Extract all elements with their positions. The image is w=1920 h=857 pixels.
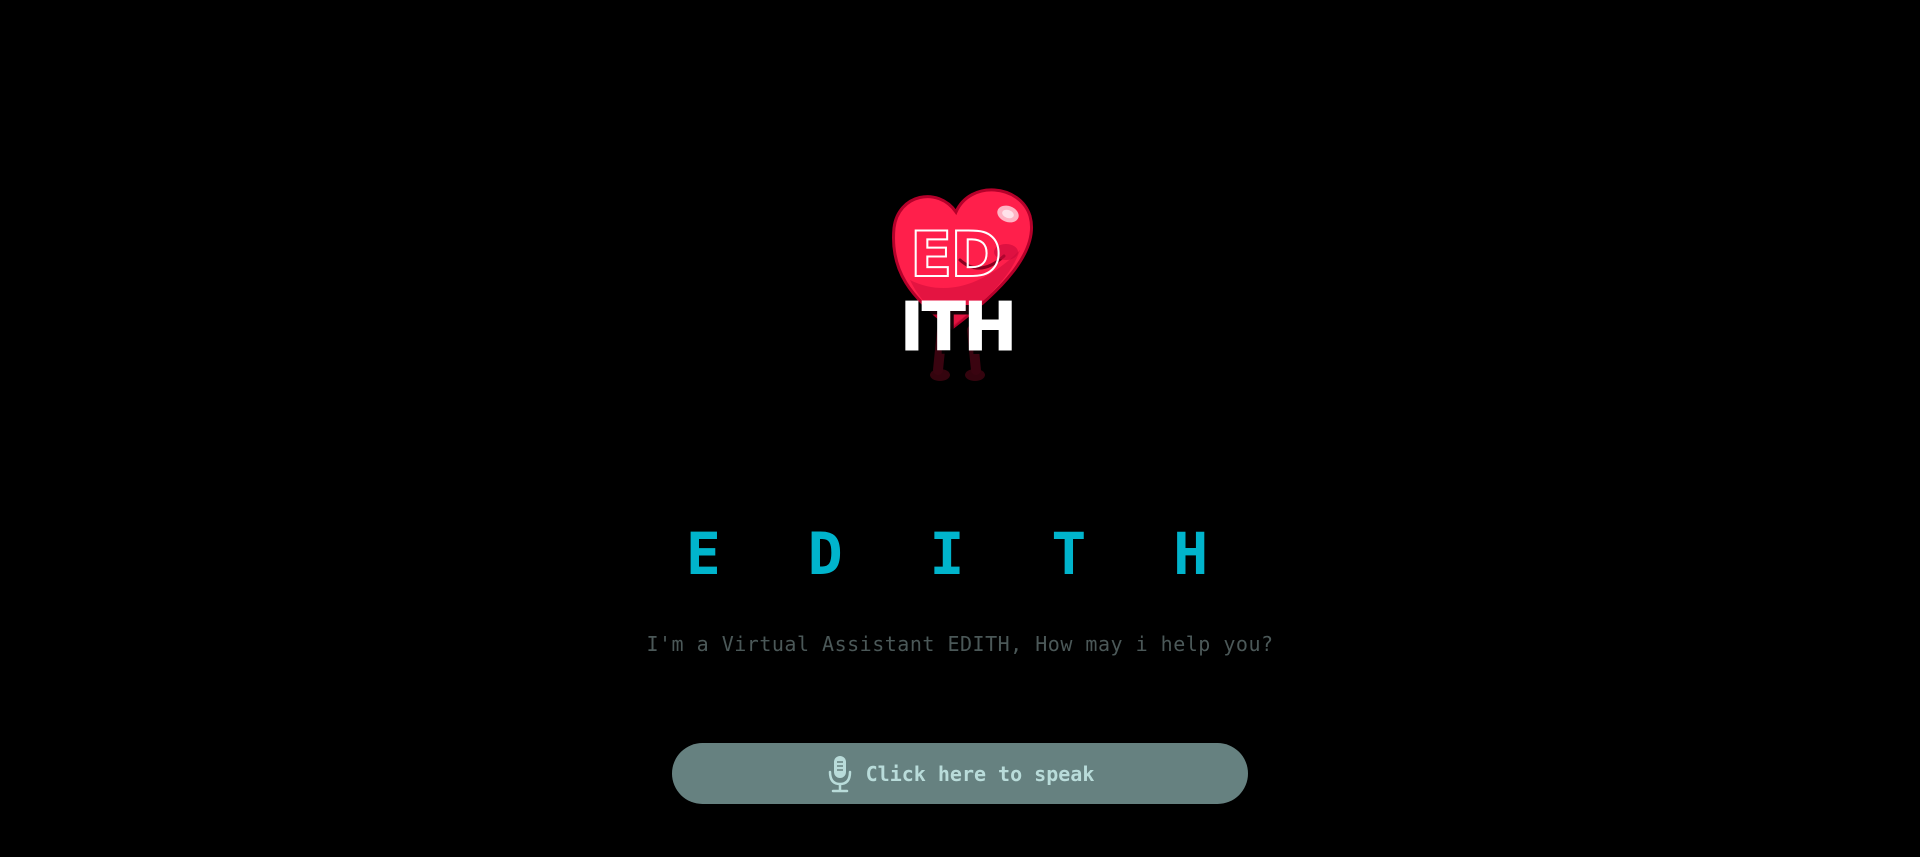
app-root: ED ITH E D I T H I'm a Virtual Assistant…	[0, 0, 1920, 857]
page-title: E D I T H	[685, 520, 1235, 588]
edith-logo: ED ITH	[880, 180, 1060, 390]
assistant-greeting: I'm a Virtual Assistant EDITH, How may i…	[646, 632, 1274, 656]
microphone-icon	[828, 755, 851, 792]
speak-button[interactable]: Click here to speak	[672, 743, 1248, 804]
speak-button-label: Click here to speak	[865, 761, 1095, 786]
logo-text-ith: ITH	[899, 289, 1017, 367]
logo-text-ed: ED	[909, 218, 1003, 291]
